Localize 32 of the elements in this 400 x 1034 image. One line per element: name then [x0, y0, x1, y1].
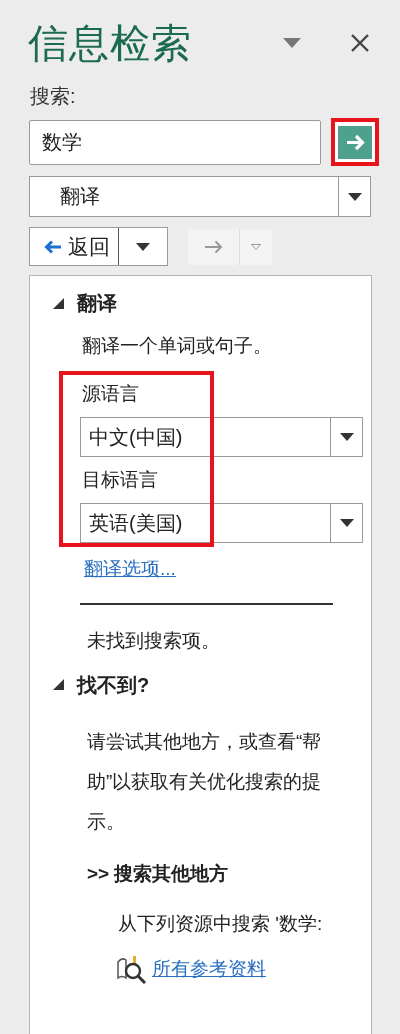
- caret-icon: [136, 242, 150, 251]
- field-label: 源语言: [81, 381, 140, 406]
- expanded-triangle-icon[interactable]: [53, 297, 64, 309]
- back-button[interactable]: 返回: [29, 227, 168, 266]
- caret-icon: [347, 192, 362, 201]
- service-dropdown[interactable]: 翻译: [29, 176, 371, 217]
- message-text: 未找到搜索项。: [86, 629, 221, 653]
- book-magnifier-icon: [116, 954, 148, 984]
- arrow-left-icon: [44, 239, 62, 254]
- search-label: 搜索:: [29, 84, 77, 109]
- caret-icon: [339, 432, 354, 441]
- hint-text: 请尝试其他地方，或查看“帮助”以获取有关优化搜索的提示。: [86, 729, 323, 834]
- close-icon: [350, 33, 370, 53]
- arrow-right-icon: [338, 125, 372, 159]
- search-go-button[interactable]: [331, 118, 379, 166]
- language-dropdown[interactable]: 英语(美国): [80, 502, 363, 543]
- description-text: 翻译一个单词或句子。: [81, 334, 273, 358]
- caret-icon: [339, 518, 354, 527]
- arrow-right-icon: [203, 239, 224, 254]
- language-dropdown[interactable]: 中文(中国): [80, 416, 363, 457]
- field-label: 目标语言: [81, 467, 159, 492]
- caret-icon: [251, 243, 261, 250]
- section-heading[interactable]: 找不到?: [77, 669, 150, 700]
- search-field[interactable]: 数学: [29, 119, 321, 165]
- translation-options-link[interactable]: 翻译选项...: [84, 554, 176, 583]
- reference-link[interactable]: 所有参考资料: [152, 954, 266, 984]
- section-heading[interactable]: 翻译: [77, 288, 117, 318]
- caret-icon: [283, 38, 301, 48]
- search-sources-text: 从下列资源中搜索 '数学:: [117, 912, 324, 936]
- section-heading: >> 搜索其他地方: [86, 861, 230, 886]
- pane-title: 信息检索: [28, 23, 192, 63]
- expanded-triangle-icon[interactable]: [53, 679, 64, 690]
